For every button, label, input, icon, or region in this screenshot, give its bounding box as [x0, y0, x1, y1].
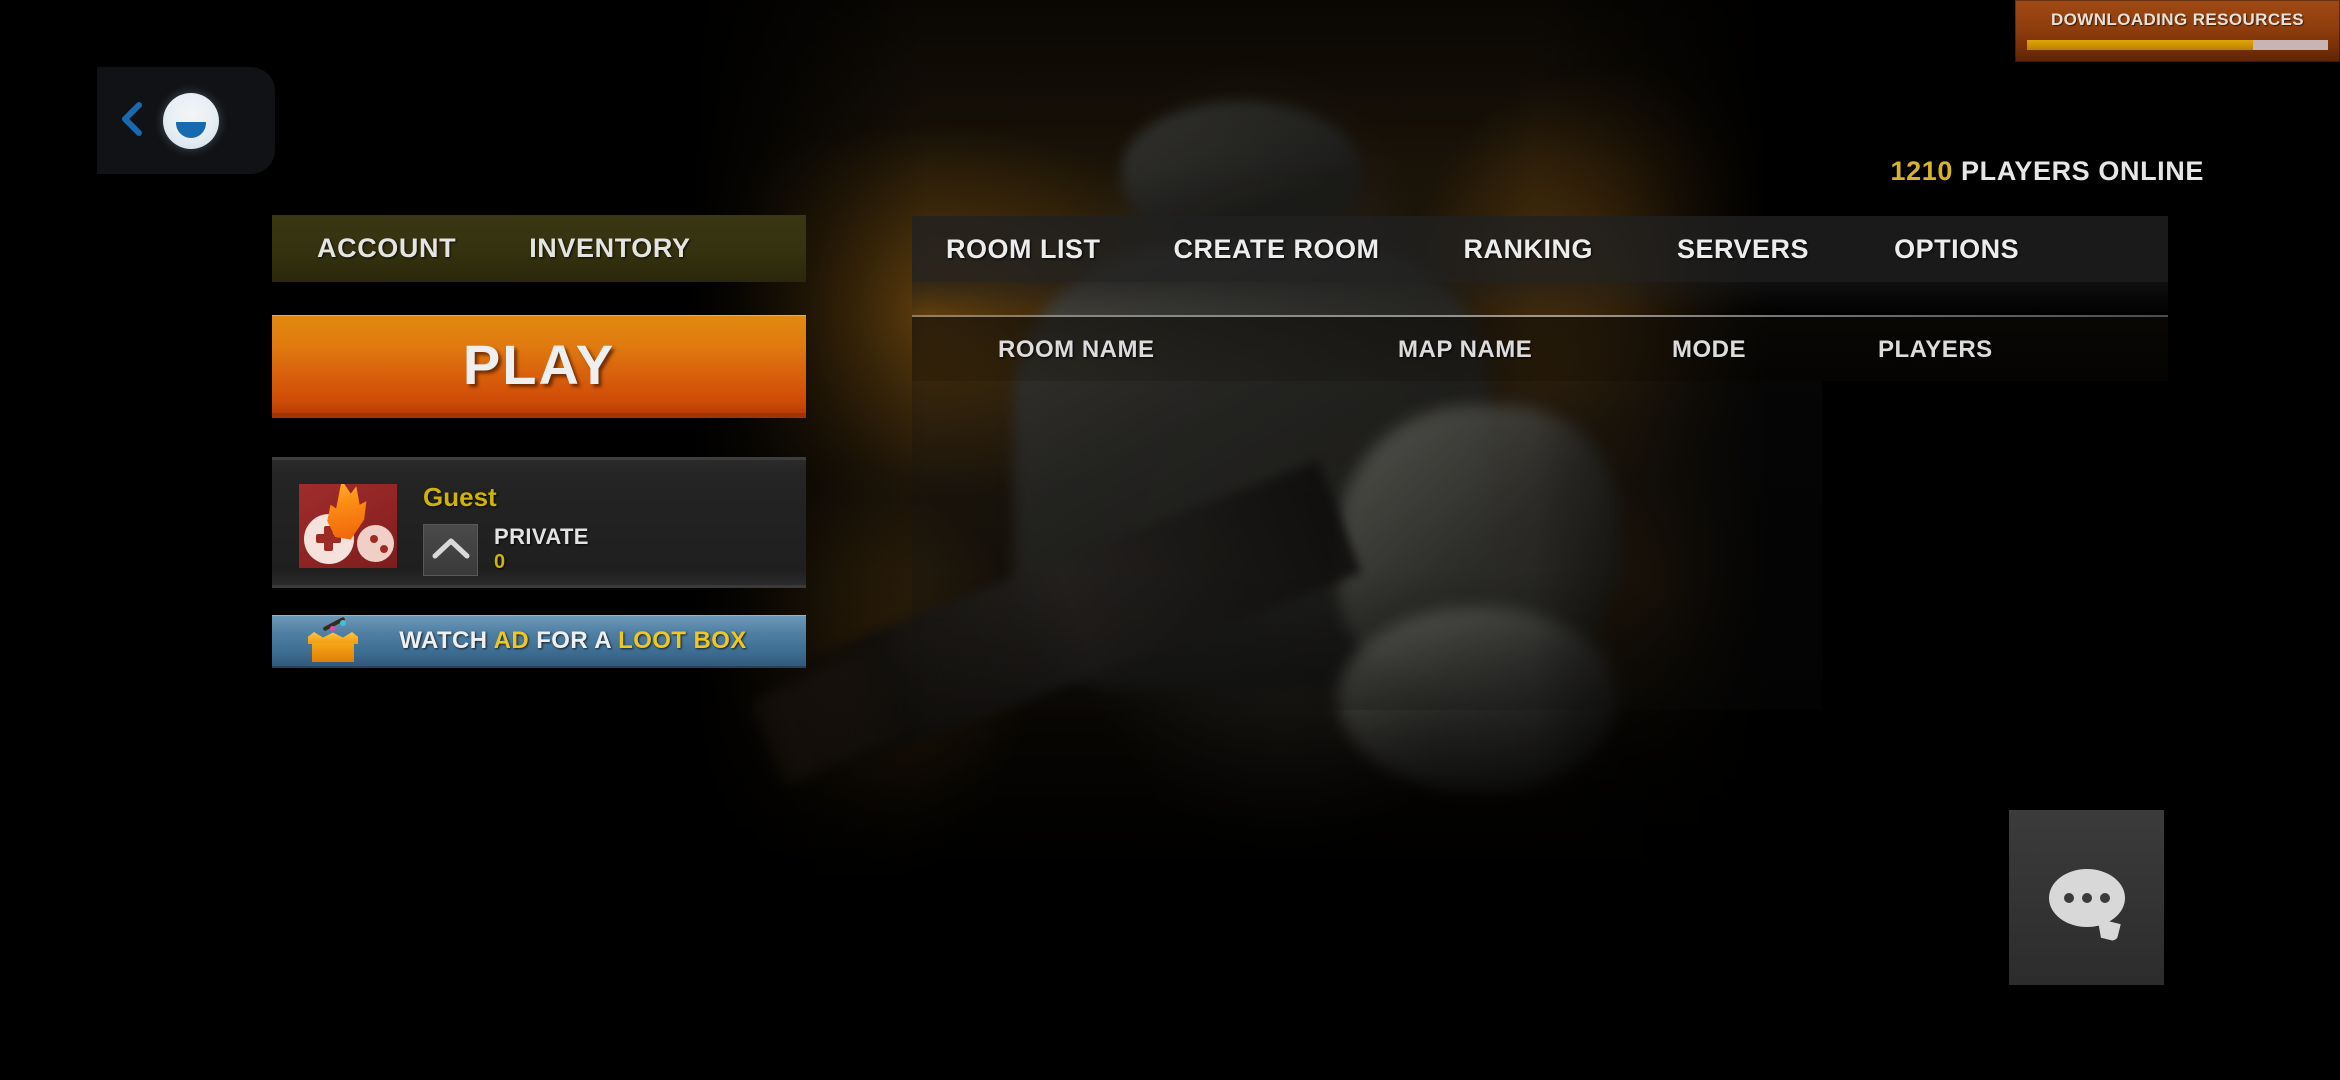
- players-online-label: PLAYERS ONLINE: [1961, 156, 2204, 186]
- column-header-players[interactable]: PLAYERS: [1878, 336, 1993, 364]
- loot-box-spark-1: [340, 620, 346, 626]
- right-panel: ROOM LIST CREATE ROOM RANKING SERVERS OP…: [912, 216, 2168, 710]
- download-progress-fill: [2027, 40, 2253, 50]
- watch-ad-text-1: WATCH: [399, 627, 494, 654]
- profile-username: Guest: [423, 482, 497, 512]
- top-left-overlay-pill: [97, 67, 275, 174]
- avatar-smile-shape: [176, 122, 206, 138]
- smiley-avatar-icon[interactable]: [163, 93, 219, 149]
- tab-create-room[interactable]: CREATE ROOM: [1174, 234, 1380, 265]
- left-panel: ACCOUNT INVENTORY PLAY Guest PRIVATE 0 W…: [272, 215, 806, 668]
- avatar-button-circle: [357, 525, 394, 562]
- room-list-body[interactable]: [912, 381, 1822, 710]
- play-button[interactable]: PLAY: [272, 315, 806, 418]
- chat-button[interactable]: [2009, 810, 2164, 985]
- flame-controller-avatar-icon: [299, 484, 397, 568]
- loot-box-spark-2: [330, 626, 335, 631]
- downloading-resources-banner: DOWNLOADING RESOURCES: [2015, 0, 2340, 62]
- players-online-count: 1210: [1890, 156, 1953, 186]
- chat-bubble-dots: [2049, 869, 2125, 927]
- watch-ad-button[interactable]: WATCH AD FOR A LOOT BOX: [272, 615, 806, 668]
- download-label: DOWNLOADING RESOURCES: [2050, 10, 2304, 29]
- tab-servers[interactable]: SERVERS: [1677, 234, 1809, 265]
- column-header-room-name[interactable]: ROOM NAME: [998, 336, 1155, 364]
- profile-card[interactable]: Guest PRIVATE 0: [272, 457, 806, 588]
- watch-ad-label: WATCH AD FOR A LOOT BOX: [368, 627, 778, 655]
- loot-box-icon: [308, 616, 358, 662]
- loot-box-body: [312, 643, 354, 662]
- watch-ad-text-4: LOOT BOX: [618, 627, 747, 654]
- players-online-status: 1210 PLAYERS ONLINE: [1890, 156, 2204, 187]
- rank-label: PRIVATE: [494, 524, 589, 549]
- chat-dot-3: [2099, 892, 2110, 903]
- column-header-mode[interactable]: MODE: [1672, 336, 1746, 364]
- download-progress-track: [2027, 40, 2328, 50]
- avatar-button-dot-2: [380, 545, 388, 553]
- account-tabs: ACCOUNT INVENTORY: [272, 215, 806, 282]
- avatar-button-dot-1: [370, 535, 378, 543]
- watch-ad-text-3: FOR A: [529, 627, 619, 654]
- rank-level: 0: [494, 551, 506, 573]
- column-header-map-name[interactable]: MAP NAME: [1398, 336, 1532, 364]
- chevron-up-rank-icon: [431, 535, 471, 566]
- rank-badge: [423, 524, 478, 576]
- play-button-label: PLAY: [462, 332, 616, 396]
- tab-inventory[interactable]: INVENTORY: [529, 233, 690, 264]
- back-button[interactable]: [115, 101, 149, 141]
- chevron-left-icon: [117, 100, 147, 143]
- chat-dot-2: [2081, 892, 2092, 903]
- watch-ad-text-2: AD: [493, 627, 530, 654]
- room-table-header: ROOM NAME MAP NAME MODE PLAYERS: [912, 317, 2168, 381]
- tab-room-list[interactable]: ROOM LIST: [946, 234, 1101, 265]
- chat-bubble-icon: [2048, 868, 2125, 942]
- game-lobby-screen: DOWNLOADING RESOURCES 1210 PLAYERS ONLIN…: [0, 0, 2340, 1080]
- chat-dot-1: [2063, 892, 2074, 903]
- nav-underlay-fade: [912, 282, 2168, 315]
- tab-account[interactable]: ACCOUNT: [317, 233, 456, 264]
- tab-options[interactable]: OPTIONS: [1894, 234, 2019, 265]
- lobby-nav-tabs: ROOM LIST CREATE ROOM RANKING SERVERS OP…: [912, 216, 2168, 282]
- tab-ranking[interactable]: RANKING: [1464, 234, 1594, 265]
